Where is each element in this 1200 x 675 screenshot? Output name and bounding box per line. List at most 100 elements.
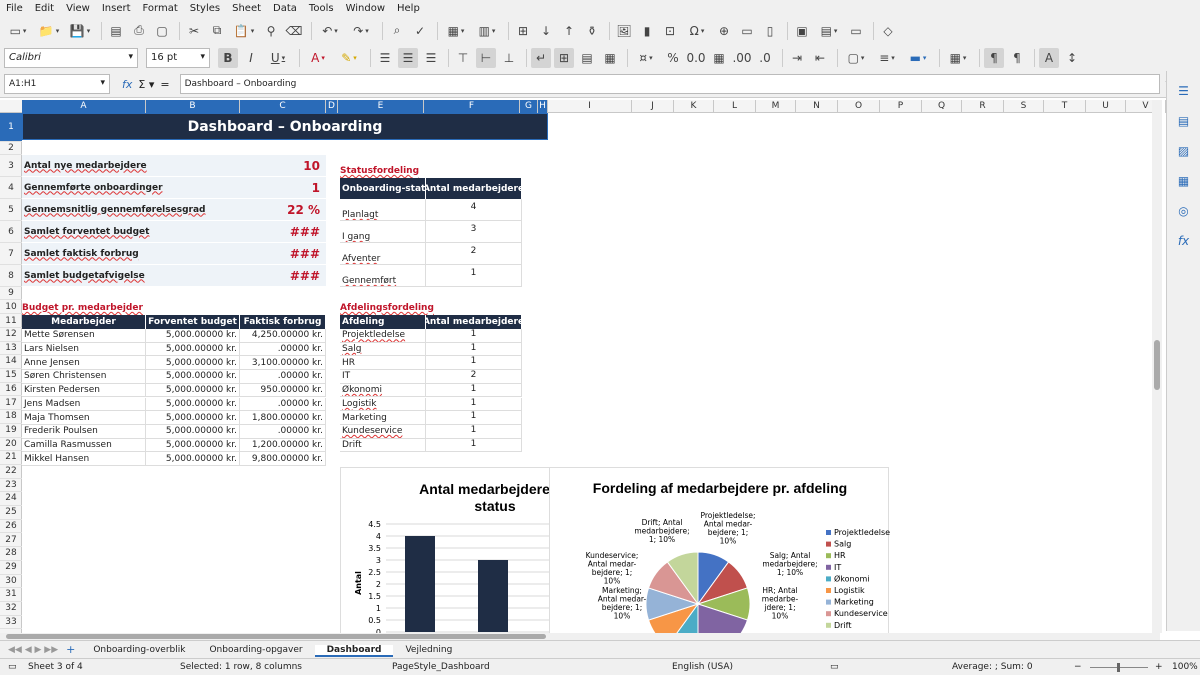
border-style-icon[interactable]: ≡ [873,48,901,68]
align-top-icon[interactable]: ⊤ [453,48,473,68]
align-right-icon[interactable]: ☰ [421,48,441,68]
wrap-text-icon[interactable]: ↵ [531,47,551,68]
zoom-in-icon[interactable]: + [1155,662,1163,672]
department-count[interactable]: 1 [426,342,522,357]
employee-name[interactable]: Mette Sørensen [22,329,146,343]
menu-item-4[interactable]: Format [143,3,178,14]
row-header[interactable]: 33 [0,616,22,630]
paste-icon[interactable]: 📋 [230,21,258,41]
delete-decimal-icon[interactable]: .0 [755,48,775,68]
properties-icon[interactable]: ▤ [1174,111,1194,131]
kpi-value[interactable]: 1 [240,177,326,199]
bold-icon[interactable]: B [218,47,238,68]
employee-name[interactable]: Camilla Rasmussen [22,438,146,453]
department-name[interactable]: Logistik [340,397,426,412]
column-header[interactable]: K [674,100,714,113]
function-wizard-icon[interactable]: fx [122,78,132,91]
department-count[interactable]: 1 [426,356,522,371]
export-pdf-icon[interactable]: ▤ [106,21,126,41]
decrease-indent-icon[interactable]: ⇤ [810,48,830,68]
department-name[interactable]: Salg [340,342,426,357]
menu-item-10[interactable]: Help [397,3,420,14]
kpi-label[interactable]: Gennemførte onboardinger [22,177,240,199]
sheet-tab[interactable]: Onboarding-opgaver [197,645,314,655]
expected-budget[interactable]: 5,000.00000 kr. [146,424,240,439]
column-header[interactable]: F [424,100,520,113]
column-header[interactable]: M [756,100,796,113]
column-header[interactable]: R [962,100,1004,113]
expected-budget[interactable]: 5,000.00000 kr. [146,411,240,425]
zoom-out-icon[interactable]: − [1074,662,1082,672]
cut-icon[interactable]: ✂ [184,21,204,41]
table-header[interactable]: Antal medarbejdere [426,178,522,199]
row-icon[interactable]: ▦ [442,21,470,41]
font-size-select[interactable]: 16 pt [146,47,210,68]
column-header[interactable]: H [538,100,548,113]
sum-icon[interactable]: Σ ▾ [138,78,154,91]
name-box[interactable]: A1:H1 [4,74,110,94]
right-to-left-icon[interactable]: ¶ [1007,48,1027,68]
align-middle-icon[interactable]: ⊢ [476,47,496,68]
department-name[interactable]: IT [340,370,426,384]
sheet-tab[interactable]: Vejledning [393,645,464,655]
status-name[interactable]: I gang [340,221,426,243]
special-character-icon[interactable]: Ω [683,21,711,41]
kpi-label[interactable]: Gennemsnitlig gennemførelsesgrad [22,199,240,221]
row-header[interactable]: 14 [0,355,22,370]
column-header[interactable]: B [146,100,240,113]
actual-spend[interactable]: .00000 kr. [240,397,326,412]
merge-center-icon[interactable]: ⊞ [554,47,574,68]
borders-icon[interactable]: ▢ [842,48,870,68]
print-icon[interactable]: ⎙ [129,21,149,41]
table-header[interactable]: Forventet budget [146,315,240,329]
row-header[interactable]: 26 [0,520,22,534]
row-header[interactable]: 5 [0,199,22,221]
status-name[interactable]: Planlagt [340,199,426,221]
menu-item-0[interactable]: File [6,3,23,14]
spelling-icon[interactable]: ✓ [410,21,430,41]
status-language[interactable]: English (USA) [672,662,733,672]
row-header[interactable]: 30 [0,575,22,589]
actual-spend[interactable]: .00000 kr. [240,342,326,357]
expected-budget[interactable]: 5,000.00000 kr. [146,397,240,412]
row-header[interactable]: 29 [0,561,22,575]
kpi-value[interactable]: ### [240,265,326,287]
status-count[interactable]: 4 [426,199,522,221]
font-name-select[interactable]: Calibri [4,47,138,68]
undo-icon[interactable]: ↶ [316,21,344,41]
menu-item-3[interactable]: Insert [102,3,131,14]
department-count[interactable]: 1 [426,329,522,343]
highlight-color-icon[interactable]: ✎ [335,48,363,68]
align-left-icon[interactable]: ☰ [375,48,395,68]
department-name[interactable]: Drift [340,438,426,453]
row-header[interactable]: 9 [0,287,22,300]
column-header[interactable]: N [796,100,838,113]
table-header[interactable]: Onboarding-status [340,178,426,199]
column-header[interactable]: J [632,100,674,113]
filter-icon[interactable]: ⚱ [582,21,602,41]
insert-image-icon[interactable]: 🖼 [614,21,634,41]
column-header[interactable]: G [520,100,538,113]
row-header[interactable]: 6 [0,221,22,243]
row-header[interactable]: 3 [0,155,22,177]
status-page-style[interactable]: PageStyle_Dashboard [392,662,490,672]
kpi-label[interactable]: Samlet faktisk forbrug [22,243,240,265]
clear-formatting-icon[interactable]: ⌫ [284,21,304,41]
column-header[interactable]: C [240,100,326,113]
insert-chart-icon[interactable]: ▮ [637,21,657,41]
row-header[interactable]: 2 [0,142,22,155]
column-header[interactable]: E [338,100,424,113]
menu-item-6[interactable]: Sheet [232,3,261,14]
employee-name[interactable]: Kirsten Pedersen [22,383,146,398]
zoom-slider-thumb[interactable] [1117,663,1120,672]
column-header[interactable]: P [880,100,922,113]
department-name[interactable]: Kundeservice [340,424,426,439]
conditional-format-icon[interactable]: ▦ [944,48,972,68]
column-header[interactable]: L [714,100,756,113]
department-count[interactable]: 1 [426,397,522,412]
expected-budget[interactable]: 5,000.00000 kr. [146,370,240,384]
italic-icon[interactable]: I [241,48,261,68]
department-count[interactable]: 1 [426,424,522,439]
sort-descending-icon[interactable]: ↑ [559,21,579,41]
text-direction-icon[interactable]: A [1039,47,1059,68]
